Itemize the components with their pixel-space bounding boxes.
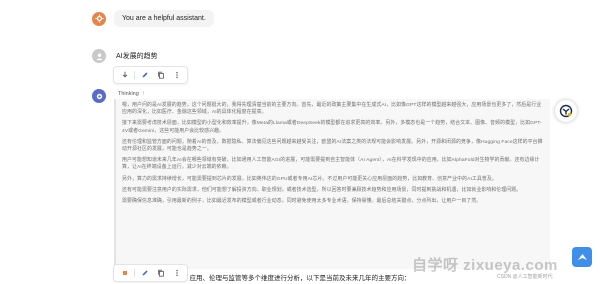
user-message: AI发展的趋势 bbox=[92, 49, 158, 63]
system-message: You are a helpful assistant. bbox=[92, 10, 214, 27]
thinking-toggle[interactable]: Thinking ↑ bbox=[118, 91, 145, 97]
system-prompt-text[interactable]: You are a helpful assistant. bbox=[114, 10, 214, 27]
edit-icon[interactable] bbox=[138, 267, 151, 279]
user-avatar-icon bbox=[92, 49, 106, 63]
download-icon[interactable] bbox=[118, 69, 131, 81]
thinking-paragraph: 另外，算力的需求持续增长，可能需要提到芯片的发展，比如英伟达的GPU或者专用AI… bbox=[122, 176, 497, 182]
thinking-paragraph: 还有可能需要注意用户的实际需求，他们可能想了解投资方向、职业规划，或者技术选型，… bbox=[122, 187, 522, 193]
copy-icon[interactable] bbox=[154, 267, 167, 279]
divider bbox=[134, 269, 135, 277]
bird-icon bbox=[577, 253, 587, 260]
thinking-label: Thinking bbox=[118, 91, 139, 97]
thinking-content: 嗯，用户问的是AI发展的趋势，这个问题挺大的，我得先理清楚当前的主要方向。首先，… bbox=[114, 99, 550, 269]
watermark-logo bbox=[572, 247, 592, 267]
assistant-message bbox=[92, 89, 106, 103]
floating-assistant-button[interactable] bbox=[555, 100, 577, 122]
watermark-text: 自学呀 zixueya.com bbox=[412, 257, 558, 274]
gear-icon bbox=[92, 11, 106, 26]
stop-icon[interactable] bbox=[118, 267, 131, 279]
more-icon[interactable] bbox=[170, 69, 183, 81]
assistant-message-toolbar bbox=[113, 264, 188, 282]
thinking-paragraph: 用户可能想知道未来几年AI会在哪些领域有突破，比如通用人工智能AGI的进展，可能… bbox=[122, 158, 540, 171]
chevron-up-icon: ↑ bbox=[141, 91, 145, 97]
user-message-text: AI发展的趋势 bbox=[116, 53, 158, 60]
divider bbox=[134, 71, 135, 79]
thinking-paragraph: 还有伦理和监管方面的问题，随着AI的普及，数据隐私、算法偏见这些问题越来越受关注… bbox=[122, 139, 543, 153]
user-message-toolbar bbox=[113, 66, 188, 84]
assistant-answer-text: 技术、应用、伦理与监管等多个维度进行分析，以下是当前及未来几年的主要方向： bbox=[170, 275, 411, 282]
thinking-paragraph: 嗯，用户问的是AI发展的趋势，这个问题挺大的，我得先理清楚当前的主要方向。首先，… bbox=[122, 103, 542, 116]
thinking-paragraph: 需要确保信息准确，引用最新的例子，比如最近发布的模型或者行业动态，同时避免使用太… bbox=[122, 199, 482, 205]
thinking-paragraph: 接下来需要考虑技术层面，比如模型的小型化和效率提升，像Meta的Llama或者D… bbox=[122, 121, 542, 134]
assistant-avatar-icon bbox=[92, 89, 106, 103]
extension-logo-icon bbox=[559, 104, 573, 118]
watermark-credit: CSDN @人工智能新时代 bbox=[497, 274, 553, 280]
more-icon[interactable] bbox=[170, 267, 183, 279]
edit-icon[interactable] bbox=[138, 69, 151, 81]
copy-icon[interactable] bbox=[154, 69, 167, 81]
